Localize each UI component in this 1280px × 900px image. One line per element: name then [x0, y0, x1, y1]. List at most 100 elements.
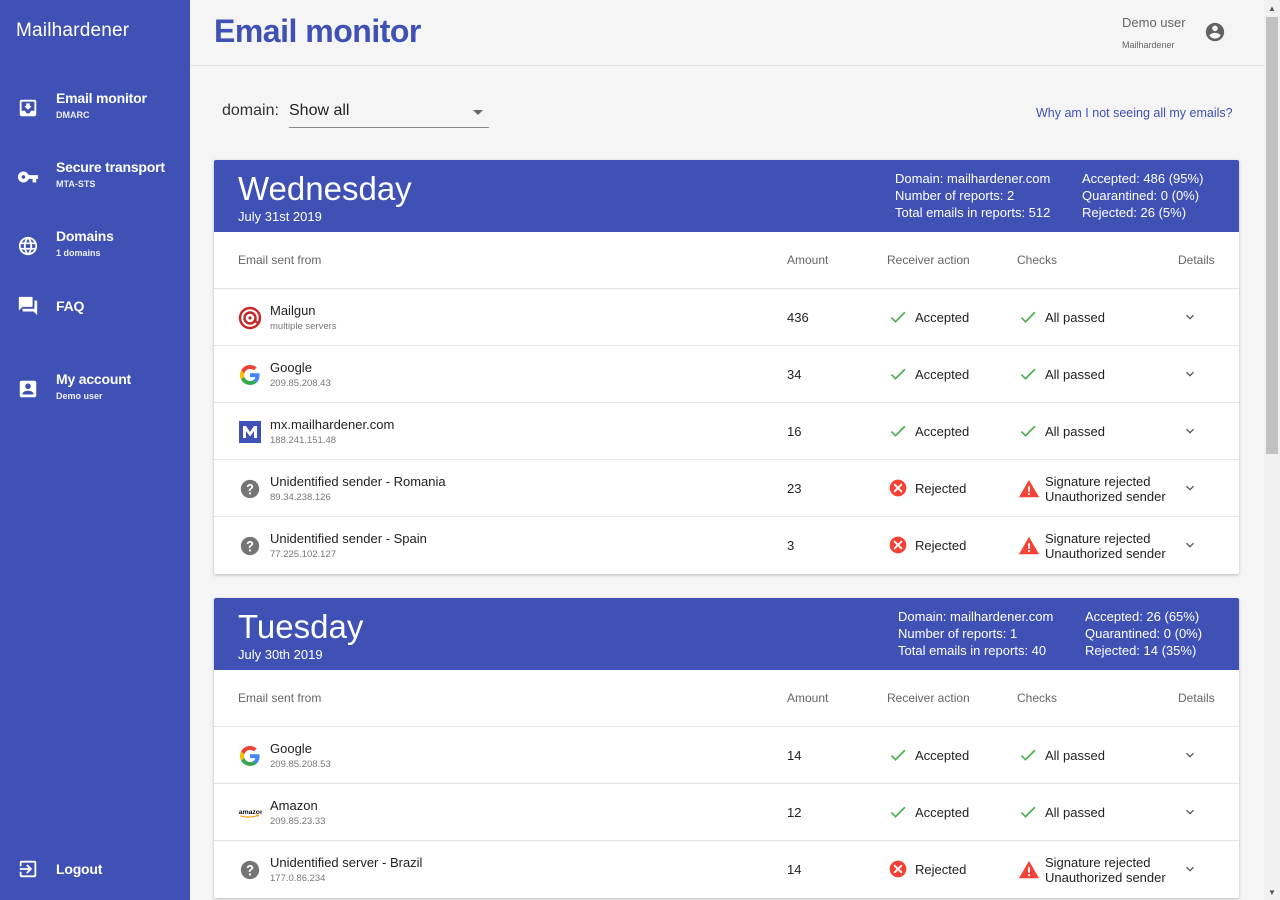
- scroll-down-arrow-icon[interactable]: ▼: [1264, 884, 1280, 900]
- domain-select[interactable]: Show all: [289, 98, 489, 128]
- sidebar-item-sub: 1 domains: [56, 248, 101, 258]
- check-result: Unauthorized sender: [1045, 870, 1166, 885]
- sidebar-item-label: Secure transport: [56, 159, 165, 175]
- column-header-from: Email sent from: [238, 691, 322, 705]
- table-row[interactable]: amazon Amazon 209.85.23.33 12 Accepted A…: [214, 784, 1239, 841]
- table-row[interactable]: mx.mailhardener.com 188.241.151.48 16 Ac…: [214, 403, 1239, 460]
- column-header-amount: Amount: [787, 691, 829, 705]
- table-row[interactable]: Unidentified server - Brazil 177.0.86.23…: [214, 841, 1239, 898]
- expand-details-chevron-icon[interactable]: [1182, 480, 1198, 496]
- google-icon: [238, 744, 262, 768]
- report-accepted: Accepted: 486 (95%): [1082, 171, 1204, 186]
- report-summary: Domain: mailhardener.com Number of repor…: [898, 608, 1053, 659]
- brand-logo-text[interactable]: Mailhardener: [16, 20, 129, 42]
- receiver-action-label: Rejected: [915, 481, 967, 496]
- sender-ip: 77.225.102.127: [270, 549, 337, 560]
- email-amount: 23: [787, 481, 802, 496]
- account-box-icon: [17, 378, 39, 400]
- receiver-action-label: Accepted: [915, 424, 970, 439]
- check-icon: [888, 745, 908, 765]
- report-date: July 31st 2019: [238, 209, 322, 224]
- email-amount: 34: [787, 367, 802, 382]
- report-date: July 30th 2019: [238, 647, 323, 662]
- checks-label: All passed: [1045, 310, 1105, 325]
- receiver-action-label: Accepted: [915, 748, 970, 763]
- sidebar-item-label: FAQ: [56, 298, 85, 314]
- sidebar-item-faq[interactable]: FAQ: [0, 284, 190, 328]
- account-circle-icon[interactable]: [1204, 21, 1226, 43]
- warning-icon: [1018, 535, 1040, 555]
- scroll-up-arrow-icon[interactable]: ▲: [1264, 0, 1280, 16]
- expand-details-chevron-icon[interactable]: [1182, 309, 1198, 325]
- sidebar-item-email-monitor[interactable]: Email monitor DMARC: [0, 86, 190, 130]
- sender-ip: 188.241.151.48: [270, 435, 337, 446]
- table-row[interactable]: Mailgun multiple servers 436 Accepted Al…: [214, 289, 1239, 346]
- check-result: All passed: [1045, 424, 1105, 439]
- check-icon: [1018, 364, 1038, 384]
- checks-label: Signature rejected Unauthorized sender: [1045, 855, 1166, 885]
- domain-filter-label: domain:: [222, 102, 279, 119]
- report-card: Tuesday July 30th 2019 Domain: mailharde…: [214, 598, 1239, 898]
- sender-ip: 177.0.86.234: [270, 873, 326, 884]
- sidebar-item-sub: MTA-STS: [56, 179, 96, 189]
- sidebar-item-domains[interactable]: Domains 1 domains: [0, 224, 190, 268]
- table-row[interactable]: Unidentified sender - Romania 89.34.238.…: [214, 460, 1239, 517]
- report-day: Wednesday: [238, 170, 412, 207]
- receiver-action-label: Accepted: [915, 805, 970, 820]
- sidebar-item-label: Domains: [56, 228, 114, 244]
- check-icon: [888, 364, 908, 384]
- svg-text:amazon: amazon: [239, 809, 262, 816]
- check-result: All passed: [1045, 310, 1105, 325]
- column-header-action: Receiver action: [887, 253, 970, 267]
- sender-ip: 209.85.208.43: [270, 378, 331, 389]
- table-row[interactable]: Google 209.85.208.53 14 Accepted All pas…: [214, 727, 1239, 784]
- sender-name: Mailgun: [270, 303, 316, 318]
- report-count: Number of reports: 2: [895, 188, 1015, 203]
- sidebar-item-my-account[interactable]: My account Demo user: [0, 367, 190, 411]
- column-header-checks: Checks: [1017, 253, 1058, 267]
- check-result: Unauthorized sender: [1045, 489, 1166, 504]
- missing-emails-help-link[interactable]: Why am I not seeing all my emails?: [1036, 106, 1233, 120]
- checks-label: All passed: [1045, 367, 1105, 382]
- check-icon: [888, 421, 908, 441]
- expand-details-chevron-icon[interactable]: [1182, 537, 1198, 553]
- check-icon: [888, 307, 908, 327]
- chevron-down-icon: [473, 110, 483, 115]
- expand-details-chevron-icon[interactable]: [1182, 747, 1198, 763]
- report-quarantined: Quarantined: 0 (0%): [1082, 188, 1200, 203]
- table-row[interactable]: Unidentified sender - Spain 77.225.102.1…: [214, 517, 1239, 574]
- google-icon: [238, 363, 262, 387]
- sender-ip: 209.85.208.53: [270, 759, 331, 770]
- email-amount: 16: [787, 424, 802, 439]
- scroll-thumb[interactable]: [1266, 17, 1278, 454]
- expand-details-chevron-icon[interactable]: [1182, 366, 1198, 382]
- sender-name: Unidentified sender - Romania: [270, 474, 446, 489]
- logout-button[interactable]: Logout: [0, 847, 190, 891]
- report-rejected: Rejected: 26 (5%): [1082, 205, 1187, 220]
- report-disposition: Accepted: 486 (95%) Quarantined: 0 (0%) …: [1082, 170, 1203, 221]
- expand-details-chevron-icon[interactable]: [1182, 423, 1198, 439]
- table-row[interactable]: Google 209.85.208.43 34 Accepted All pas…: [214, 346, 1239, 403]
- inbox-icon: [17, 97, 39, 119]
- expand-details-chevron-icon[interactable]: [1182, 804, 1198, 820]
- report-total: Total emails in reports: 512: [895, 205, 1051, 220]
- mailhardener-icon: [238, 420, 262, 444]
- checks-label: All passed: [1045, 805, 1105, 820]
- check-icon: [1018, 802, 1038, 822]
- report-domain: Domain: mailhardener.com: [895, 171, 1051, 186]
- receiver-action-label: Rejected: [915, 538, 967, 553]
- check-result: Signature rejected: [1045, 855, 1151, 870]
- globe-icon: [17, 235, 39, 257]
- sender-ip: 89.34.238.126: [270, 492, 331, 503]
- page-scrollbar[interactable]: ▲ ▼: [1264, 0, 1280, 900]
- error-circle-icon: [888, 859, 908, 879]
- column-header-from: Email sent from: [238, 253, 322, 267]
- expand-details-chevron-icon[interactable]: [1182, 861, 1198, 877]
- amazon-icon: amazon: [238, 801, 262, 825]
- key-icon: [17, 166, 39, 188]
- sender-name: Unidentified server - Brazil: [270, 855, 423, 870]
- error-circle-icon: [888, 478, 908, 498]
- report-count: Number of reports: 1: [898, 626, 1018, 641]
- chat-icon: [17, 295, 39, 317]
- sidebar-item-secure-transport[interactable]: Secure transport MTA-STS: [0, 155, 190, 199]
